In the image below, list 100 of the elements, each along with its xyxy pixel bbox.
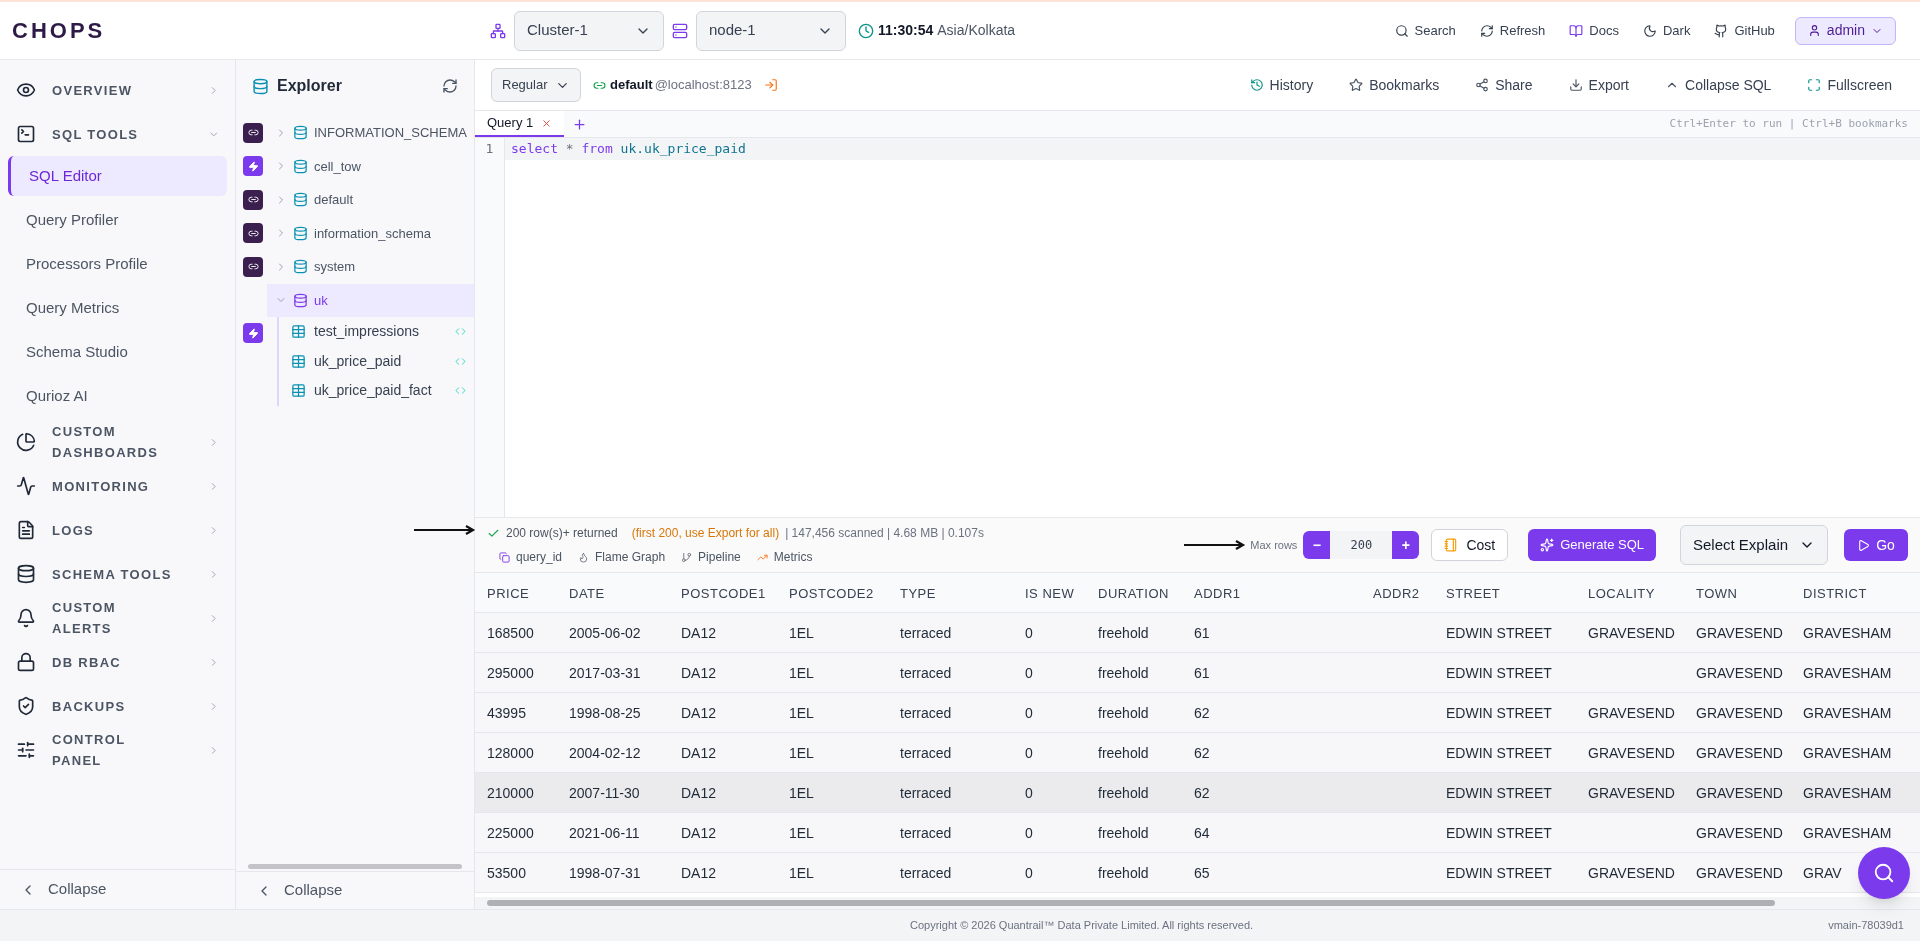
topbar-button[interactable]: Search <box>1382 20 1468 41</box>
column-header[interactable]: DURATION <box>1098 585 1169 601</box>
sidebar-link[interactable]: Qurioz AI <box>8 376 227 416</box>
table-row[interactable]: 43995 1998-08-25 DA12 1EL terraced 0 freehold 62 EDWIN STREET GRAVESEND GRAVESEND GRAVESHAM <box>475 693 1920 733</box>
refresh-icon[interactable] <box>442 78 458 94</box>
topbar-button[interactable]: Refresh <box>1467 20 1558 41</box>
tree-item[interactable]: system <box>267 250 474 284</box>
cost-button[interactable]: Cost <box>1431 529 1509 561</box>
column-header[interactable]: STREET <box>1446 585 1501 601</box>
result-link[interactable]: Flame Graph <box>578 548 666 566</box>
sidebar-link[interactable]: Schema Studio <box>8 332 227 372</box>
sidebar-section[interactable]: LOGS <box>0 508 235 552</box>
sidebar-section[interactable]: SQL TOOLS <box>0 112 235 156</box>
github-icon <box>1714 23 1729 38</box>
table-row[interactable]: 128000 2004-02-12 DA12 1EL terraced 0 freehold 62 EDWIN STREET GRAVESEND GRAVESEND GRAVESHAM <box>475 733 1920 773</box>
cluster-select[interactable]: Cluster-1 <box>514 10 664 51</box>
table-item[interactable]: test_impressions <box>314 321 447 343</box>
table-row[interactable]: 53500 1998-07-31 DA12 1EL terraced 0 freehold 65 EDWIN STREET GRAVESEND GRAVESEND GRAV <box>475 853 1920 893</box>
table-cell: GRAVESEND <box>1696 784 1783 801</box>
decrement-button[interactable]: − <box>1303 531 1331 559</box>
pie-chart-icon <box>16 432 36 452</box>
column-header[interactable]: PRICE <box>487 585 530 601</box>
sidebar-link[interactable]: Processors Profile <box>8 244 227 284</box>
copyright: Copyright © 2026 Quantrail™ Data Private Limited. All rights reserved. <box>909 918 1255 934</box>
table-item[interactable]: uk_price_paid_fact <box>314 380 447 402</box>
column-header[interactable]: POSTCODE2 <box>789 585 874 601</box>
sidebar-section[interactable]: DB RBAC <box>0 640 235 684</box>
refresh-icon <box>1479 23 1494 38</box>
table-cell: GRAVESHAM <box>1803 744 1892 761</box>
sidebar-section[interactable]: MONITORING <box>0 464 235 508</box>
code-icon[interactable] <box>455 326 466 338</box>
table-row[interactable]: 225000 2021-06-11 DA12 1EL terraced 0 freehold 64 EDWIN STREET GRAVESEND GRAVESHAM <box>475 813 1920 853</box>
table-row[interactable]: 210000 2007-11-30 DA12 1EL terraced 0 freehold 62 EDWIN STREET GRAVESEND GRAVESEND GRAVESHAM <box>475 773 1920 813</box>
horizontal-scrollbar[interactable] <box>248 863 462 869</box>
tree-item[interactable]: uk <box>267 283 474 317</box>
play-icon <box>1857 538 1871 552</box>
sidebar-section[interactable]: CUSTOM DASHBOARDS <box>0 420 235 464</box>
sidebar-section[interactable]: BACKUPS <box>0 684 235 728</box>
table-cell: terraced <box>900 784 952 801</box>
column-header[interactable]: TYPE <box>900 585 936 601</box>
generate-sql-button[interactable]: Generate SQL <box>1528 529 1656 561</box>
export-note: (first 200, use Export for all) <box>631 525 780 542</box>
table-row[interactable]: 168500 2005-06-02 DA12 1EL terraced 0 freehold 61 EDWIN STREET GRAVESEND GRAVESEND GRAVESHAM <box>475 613 1920 653</box>
column-header[interactable]: DISTRICT <box>1803 585 1867 601</box>
table-cell: freehold <box>1098 864 1149 881</box>
switch-connection-icon[interactable] <box>763 78 778 92</box>
horizontal-scrollbar[interactable] <box>487 900 1775 906</box>
tree-item[interactable]: information_schema <box>267 216 474 250</box>
tree-item[interactable]: cell_tow <box>267 149 474 183</box>
tree-item[interactable]: INFORMATION_SCHEMA <box>267 116 474 150</box>
node-select[interactable]: node-1 <box>696 10 846 51</box>
toolbar-button[interactable]: Share <box>1463 74 1545 96</box>
mode-select[interactable]: Regular <box>491 68 581 102</box>
toolbar-button[interactable]: History <box>1237 74 1326 96</box>
sidebar-link[interactable]: Query Profiler <box>8 200 227 240</box>
toolbar-button[interactable]: Collapse SQL <box>1653 74 1784 96</box>
toolbar-button[interactable]: Export <box>1556 74 1641 96</box>
sidebar-link[interactable]: Query Metrics <box>8 288 227 328</box>
sidebar-section[interactable]: SCHEMA TOOLS <box>0 552 235 596</box>
user-menu-button[interactable]: admin <box>1794 16 1896 45</box>
explain-select[interactable]: Select Explain <box>1680 525 1828 565</box>
column-header[interactable]: IS NEW <box>1025 585 1075 601</box>
column-header[interactable]: TOWN <box>1696 585 1738 601</box>
topbar-button[interactable]: Dark <box>1630 20 1703 41</box>
max-rows-field[interactable]: 200 <box>1330 531 1393 559</box>
table-cell: freehold <box>1098 664 1149 681</box>
result-link[interactable]: Pipeline <box>681 548 741 566</box>
toolbar-button[interactable]: Bookmarks <box>1337 74 1452 96</box>
increment-button[interactable]: + <box>1392 531 1420 559</box>
column-header[interactable]: ADDR2 <box>1373 585 1420 601</box>
shield-icon <box>16 696 36 716</box>
column-header[interactable]: DATE <box>569 585 605 601</box>
code-editor[interactable]: select * from uk.uk_price_paid <box>505 138 1920 517</box>
clock-icon <box>858 22 874 39</box>
result-link[interactable]: Metrics <box>756 548 813 566</box>
sidebar-section[interactable]: OVERVIEW <box>0 68 235 112</box>
branch-icon <box>681 551 693 563</box>
tree-item[interactable]: default <box>267 183 474 217</box>
table-cell: 1EL <box>789 824 814 841</box>
table-item[interactable]: uk_price_paid <box>314 350 447 372</box>
topbar-button[interactable]: Docs <box>1557 20 1631 41</box>
sidebar-section[interactable]: CONTROL PANEL <box>0 728 235 772</box>
result-link[interactable]: query_id <box>499 548 563 566</box>
topbar-button[interactable]: GitHub <box>1702 20 1787 41</box>
column-header[interactable]: ADDR1 <box>1194 585 1241 601</box>
code-icon[interactable] <box>455 355 466 367</box>
query-tab[interactable]: Query 1 <box>475 111 565 137</box>
column-header[interactable]: POSTCODE1 <box>681 585 766 601</box>
column-header[interactable]: LOCALITY <box>1588 585 1655 601</box>
sidebar-section[interactable]: CUSTOM ALERTS <box>0 596 235 640</box>
go-button[interactable]: Go <box>1844 529 1908 561</box>
table-cell: 1EL <box>789 664 814 681</box>
sidebar-link[interactable]: SQL Editor <box>8 156 227 196</box>
table-cell: terraced <box>900 624 952 641</box>
database-icon <box>293 225 308 241</box>
app-logo[interactable]: CHOPS <box>12 14 490 47</box>
code-icon[interactable] <box>455 385 466 397</box>
toolbar-button[interactable]: Fullscreen <box>1795 74 1904 96</box>
table-row[interactable]: 295000 2017-03-31 DA12 1EL terraced 0 freehold 61 EDWIN STREET GRAVESEND GRAVESHAM <box>475 653 1920 693</box>
new-tab-icon[interactable] <box>572 116 588 132</box>
